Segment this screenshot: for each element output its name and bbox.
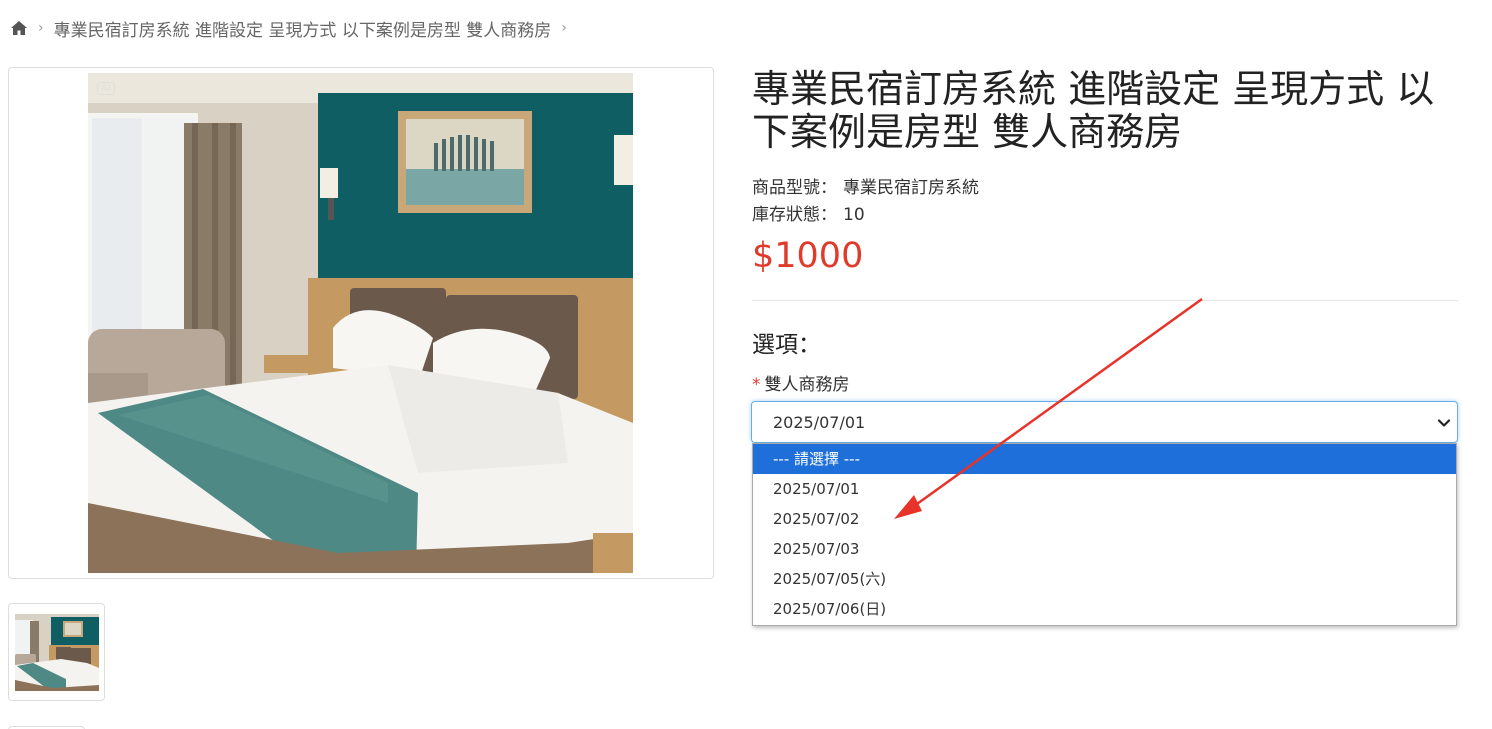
ai-badge: AI xyxy=(97,82,115,95)
product-model-label: 商品型號： xyxy=(752,178,837,198)
stock-status-row: 庫存狀態： 10 xyxy=(752,200,865,225)
product-thumbnail-image[interactable] xyxy=(15,614,99,691)
option-field-label-text: 雙人商務房 xyxy=(764,375,850,395)
chevron-down-icon xyxy=(1437,415,1451,429)
dropdown-option[interactable]: 2025/07/03 xyxy=(753,534,1456,564)
product-price: $1000 xyxy=(752,236,864,276)
product-model-value: 專業民宿訂房系統 xyxy=(843,178,979,198)
breadcrumb-separator-icon: › xyxy=(561,20,567,36)
home-icon[interactable] xyxy=(10,19,28,37)
dropdown-option[interactable]: 2025/07/05(六) xyxy=(753,564,1456,594)
breadcrumb-item-product[interactable]: 專業民宿訂房系統 進階設定 呈現方式 以下案例是房型 雙人商務房 xyxy=(54,16,552,41)
options-heading: 選項： xyxy=(752,332,821,358)
stock-status-label: 庫存狀態： xyxy=(752,205,837,225)
product-model-row: 商品型號： 專業民宿訂房系統 xyxy=(752,173,979,198)
stock-status-value: 10 xyxy=(843,205,865,225)
breadcrumb-separator-icon: › xyxy=(38,20,44,36)
dropdown-option[interactable]: 2025/07/01 xyxy=(753,474,1456,504)
main-product-image-frame[interactable]: AI xyxy=(8,67,714,579)
option-field-label: * 雙人商務房 xyxy=(752,370,850,395)
date-dropdown-list: --- 請選擇 --- 2025/07/01 2025/07/02 2025/0… xyxy=(752,443,1457,626)
main-product-image[interactable]: AI xyxy=(88,73,633,573)
product-thumbnail[interactable] xyxy=(8,603,105,701)
divider xyxy=(752,300,1458,301)
required-marker: * xyxy=(752,375,761,395)
dropdown-option[interactable]: 2025/07/06(日) xyxy=(753,594,1456,624)
product-title: 專業民宿訂房系統 進階設定 呈現方式 以下案例是房型 雙人商務房 xyxy=(752,67,1435,154)
breadcrumb: › 專業民宿訂房系統 進階設定 呈現方式 以下案例是房型 雙人商務房 › xyxy=(10,16,577,41)
date-select[interactable]: 2025/07/01 xyxy=(751,401,1458,443)
dropdown-option[interactable]: 2025/07/02 xyxy=(753,504,1456,534)
date-select-value: 2025/07/01 xyxy=(773,412,866,432)
dropdown-option[interactable]: --- 請選擇 --- xyxy=(753,444,1456,474)
